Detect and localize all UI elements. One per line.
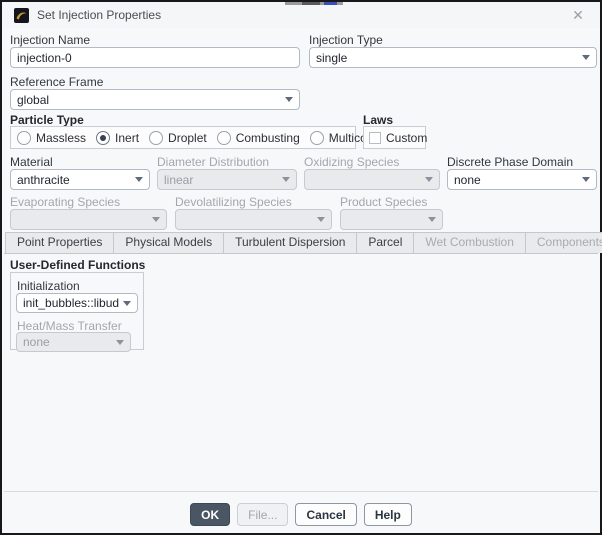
radio-circle-icon [17,130,31,145]
heat-mass-transfer-value: none [23,335,50,349]
udf-heading: User-Defined Functions [10,258,146,272]
radio-circle-icon [216,130,231,145]
chevron-down-icon [425,177,433,182]
product-species-label: Product Species [340,195,428,209]
initialization-label: Initialization [17,279,80,293]
background-window-sliver-blue [324,2,337,5]
tab-bar: Point Properties Physical Models Turbule… [4,231,602,254]
laws-group: Custom [363,126,427,149]
tab-physical-models[interactable]: Physical Models [113,232,225,253]
radio-inert[interactable]: Inert [96,130,140,145]
help-button[interactable]: Help [363,503,412,526]
window-title: Set Injection Properties [37,8,162,22]
radio-massless[interactable]: Massless [17,130,87,145]
particle-type-label: Particle Type [10,113,84,127]
radio-combusting-label: Combusting [235,130,300,145]
radio-selected-icon [96,130,111,145]
radio-combusting[interactable]: Combusting [216,130,300,145]
chevron-down-icon [582,177,590,182]
injection-type-dropdown[interactable]: single [309,47,597,68]
particle-type-group: Massless Inert Droplet Combusting Multic… [10,126,413,149]
initialization-dropdown[interactable]: init_bubbles::libudf [16,293,138,313]
close-icon[interactable]: ✕ [569,6,587,24]
laws-label: Laws [363,113,394,127]
background-window-sliver-dark [302,2,320,5]
devolatilizing-species-label: Devolatilizing Species [175,195,292,209]
chevron-down-icon [582,55,590,60]
diameter-distribution-label: Diameter Distribution [157,155,270,169]
discrete-phase-domain-dropdown[interactable]: none [447,169,597,190]
footer-divider [4,491,598,492]
checkbox-icon [369,131,381,144]
discrete-phase-domain-label: Discrete Phase Domain [447,155,574,169]
tab-parcel[interactable]: Parcel [356,232,415,253]
initialization-value: init_bubbles::libudf [23,296,119,310]
injection-name-input[interactable] [10,47,300,68]
radio-inert-label: Inert [115,130,140,145]
chevron-down-icon [428,217,436,222]
cancel-button[interactable]: Cancel [295,503,357,526]
diameter-distribution-value: linear [164,172,194,187]
oxidizing-species-dropdown [304,169,440,190]
oxidizing-species-label: Oxidizing Species [304,155,400,169]
injection-name-label: Injection Name [10,33,91,47]
devolatilizing-species-dropdown [175,209,332,230]
chevron-down-icon [152,217,160,222]
material-dropdown[interactable]: anthracite [10,169,150,190]
evaporating-species-dropdown [10,209,167,230]
footer-button-row: OK File... Cancel Help [2,503,600,526]
material-label: Material [10,155,53,169]
tab-wet-combustion: Wet Combustion [413,232,526,253]
file-button: File... [237,503,289,526]
set-injection-properties-dialog: Set Injection Properties ✕ Injection Nam… [0,0,602,535]
radio-droplet-label: Droplet [168,130,207,145]
udf-groupbox: Initialization init_bubbles::libudf Heat… [10,272,144,352]
injection-type-value: single [316,50,348,65]
injection-type-label: Injection Type [309,33,383,47]
ok-button[interactable]: OK [190,503,231,526]
title-bar: Set Injection Properties ✕ [2,2,600,28]
diameter-distribution-dropdown: linear [157,169,297,190]
chevron-down-icon [135,177,143,182]
reference-frame-value: global [17,92,50,107]
reference-frame-dropdown[interactable]: global [10,89,300,110]
product-species-dropdown [340,209,443,230]
radio-droplet[interactable]: Droplet [149,130,207,145]
heat-mass-transfer-dropdown: none [16,332,131,352]
reference-frame-label: Reference Frame [10,75,104,89]
evaporating-species-label: Evaporating Species [10,195,121,209]
material-value: anthracite [17,172,70,187]
chevron-down-icon [123,300,131,306]
chevron-down-icon [285,97,293,102]
chevron-down-icon [116,339,124,345]
fluent-app-icon [14,7,29,23]
heat-mass-transfer-label: Heat/Mass Transfer [17,319,122,333]
chevron-down-icon [282,177,290,182]
tab-point-properties[interactable]: Point Properties [5,232,115,253]
radio-circle-icon [309,130,324,145]
discrete-phase-domain-value: none [454,172,481,187]
radio-massless-label: Massless [36,130,87,145]
custom-laws-label: Custom [386,130,428,145]
chevron-down-icon [317,217,325,222]
custom-laws-checkbox[interactable]: Custom [369,131,427,145]
tab-turbulent-dispersion[interactable]: Turbulent Dispersion [223,232,358,253]
radio-circle-icon [149,130,164,145]
tab-components: Components [524,232,602,253]
